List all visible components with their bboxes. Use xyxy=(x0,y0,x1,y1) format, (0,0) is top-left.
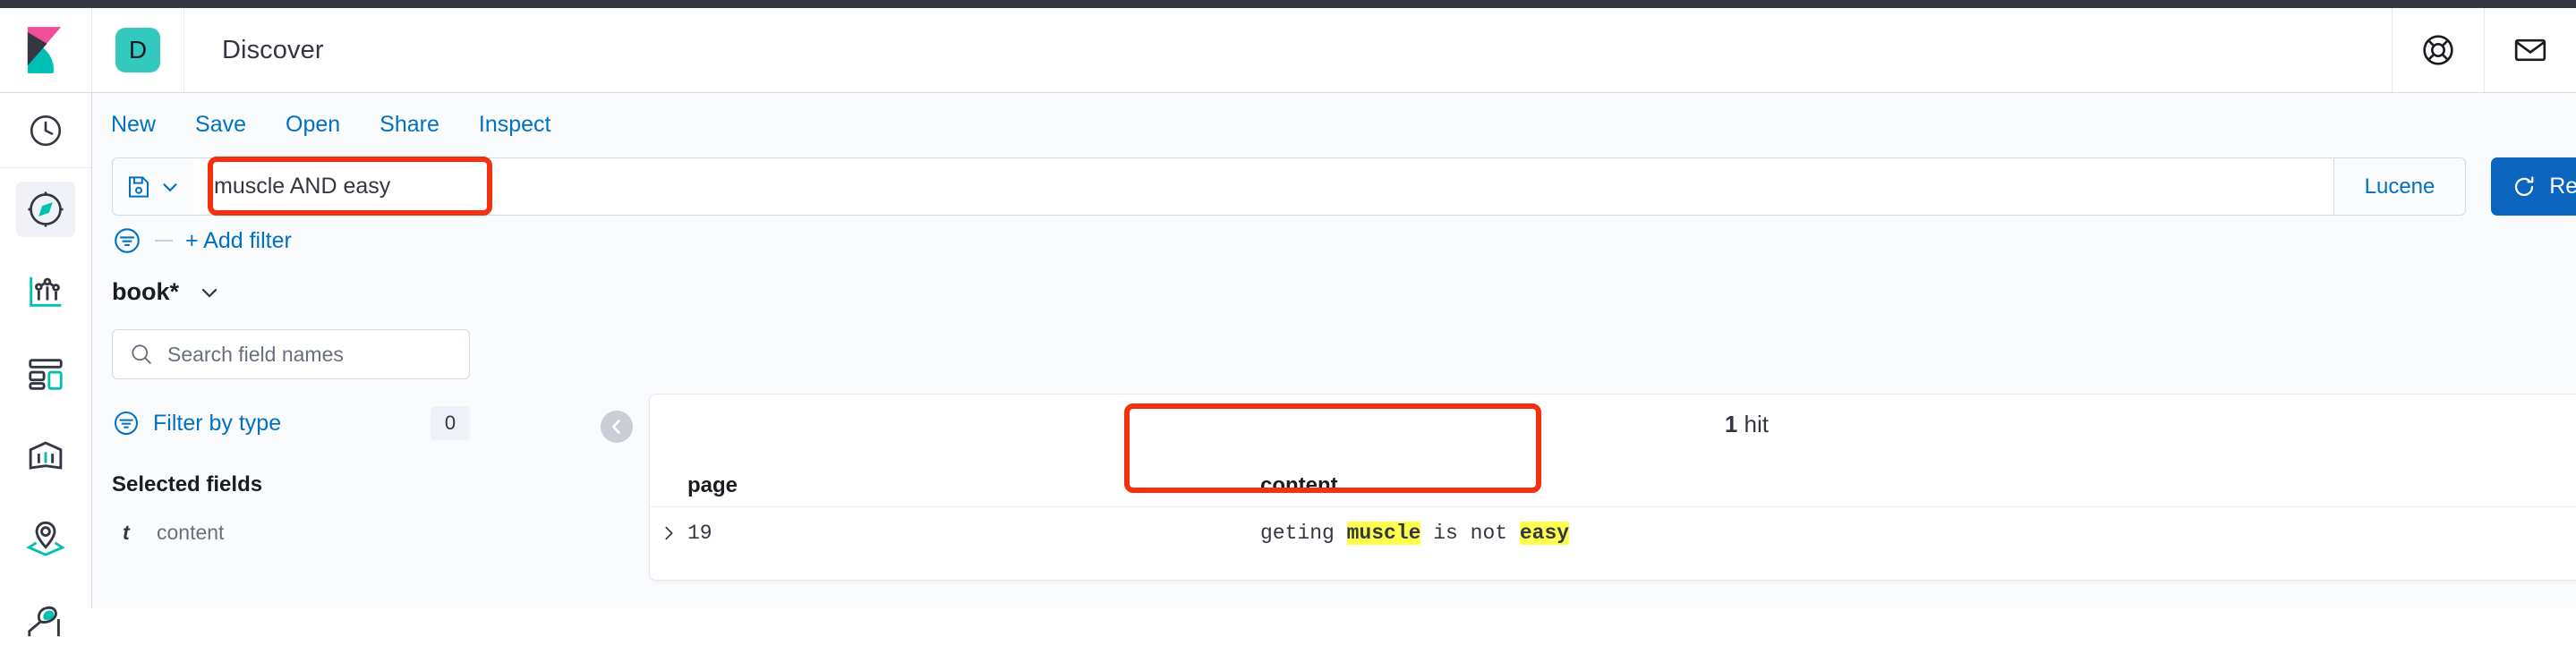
filter-bar: + Add filter xyxy=(112,225,292,256)
refresh-label: Refresh xyxy=(2549,174,2576,199)
kibana-logo-button[interactable] xyxy=(0,8,92,92)
recently-viewed-icon xyxy=(30,115,62,146)
content-middle: is not xyxy=(1420,522,1520,545)
help-button[interactable] xyxy=(2392,8,2484,92)
filter-icon[interactable] xyxy=(112,225,142,256)
app-header: D Discover xyxy=(0,8,2576,93)
app-badge-cell: D xyxy=(92,8,184,92)
dashboard-icon xyxy=(29,359,63,390)
sidebar-item-machine-learning[interactable] xyxy=(0,580,91,662)
hits-label: hit xyxy=(1744,411,1769,437)
query-input-value: muscle AND easy xyxy=(214,174,391,199)
top-accent-strip xyxy=(0,0,2576,8)
refresh-icon xyxy=(2515,175,2534,196)
search-icon xyxy=(132,344,151,364)
sidebar-item-discover[interactable] xyxy=(0,168,91,250)
content-prefix: geting xyxy=(1260,522,1347,545)
query-language-label: Lucene xyxy=(2364,174,2435,199)
recently-viewed-button[interactable] xyxy=(0,93,91,168)
index-pattern-selector[interactable]: book* xyxy=(112,278,488,306)
saved-query-button[interactable] xyxy=(112,157,194,216)
sidebar-item-visualize[interactable] xyxy=(0,250,91,333)
kibana-logo-icon xyxy=(27,27,62,73)
chevron-down-icon xyxy=(163,182,177,191)
query-language-switcher[interactable]: Lucene xyxy=(2333,157,2466,216)
index-pattern-name: book* xyxy=(112,278,180,305)
top-nav-menu: New Save Open Share Inspect xyxy=(111,112,551,138)
results-panel: 1 hit page content 19 geting muscle is n… xyxy=(649,394,2576,581)
chevron-left-icon xyxy=(611,420,620,434)
visualize-icon xyxy=(30,276,62,307)
hits-counter: 1 hit xyxy=(650,411,1769,438)
filter-by-type-count: 0 xyxy=(431,406,470,440)
machine-learning-icon xyxy=(28,606,60,637)
discover-icon xyxy=(28,191,64,227)
cell-content: geting muscle is not easy xyxy=(1260,522,1570,545)
cell-page: 19 xyxy=(687,522,712,545)
chevron-right-icon xyxy=(665,526,673,540)
header-spacer xyxy=(324,8,2392,92)
sidebar-item-dashboard[interactable] xyxy=(0,333,91,415)
main-content: New Save Open Share Inspect muscle AND e… xyxy=(92,93,2576,608)
content-highlight-easy: easy xyxy=(1519,522,1570,545)
refresh-button[interactable]: Refresh xyxy=(2491,157,2576,216)
maps-icon xyxy=(26,521,65,556)
sidebar-item-canvas[interactable] xyxy=(0,415,91,497)
field-sidebar: book* Search field names Filter by type … xyxy=(112,278,488,545)
hits-count: 1 xyxy=(1724,411,1738,437)
sidebar-item-maps[interactable] xyxy=(0,497,91,580)
nav-inspect[interactable]: Inspect xyxy=(479,112,551,138)
app-badge-letter: D xyxy=(128,36,148,64)
page-title: Discover xyxy=(222,35,324,64)
filter-icon xyxy=(115,412,138,435)
filter-separator xyxy=(155,240,173,242)
mail-icon xyxy=(2514,38,2546,62)
filter-by-type-label: Filter by type xyxy=(153,410,282,436)
nav-save[interactable]: Save xyxy=(195,112,246,138)
selected-fields-heading: Selected fields xyxy=(112,472,263,496)
field-type-indicator: t xyxy=(123,521,130,544)
mail-button[interactable] xyxy=(2484,8,2576,92)
chevron-down-icon xyxy=(201,288,218,298)
save-floppy-icon xyxy=(129,175,149,198)
canvas-icon xyxy=(29,441,63,470)
field-search-placeholder: Search field names xyxy=(167,342,344,366)
column-header-page: page xyxy=(687,472,738,497)
table-row[interactable]: 19 geting muscle is not easy xyxy=(650,507,2576,559)
field-search-input[interactable]: Search field names xyxy=(112,329,470,379)
field-list-item[interactable]: t content xyxy=(112,521,488,545)
nav-open[interactable]: Open xyxy=(286,112,340,138)
add-filter-button[interactable]: + Add filter xyxy=(185,228,292,254)
results-table-header: page content xyxy=(650,464,2576,507)
collapse-sidebar-button[interactable] xyxy=(601,411,633,443)
filter-by-type-button[interactable]: Filter by type 0 xyxy=(112,404,470,442)
query-bar: muscle AND easy Lucene xyxy=(112,157,2466,216)
expand-row-button[interactable] xyxy=(650,523,687,543)
content-highlight-muscle: muscle xyxy=(1346,522,1421,545)
query-input[interactable]: muscle AND easy xyxy=(194,157,2333,216)
column-header-content: content xyxy=(1260,472,1338,497)
primary-navigation-rail xyxy=(0,93,92,637)
field-name-label: content xyxy=(157,521,225,544)
nav-share[interactable]: Share xyxy=(380,112,439,138)
help-icon xyxy=(2423,35,2453,65)
nav-new[interactable]: New xyxy=(111,112,156,138)
app-badge: D xyxy=(115,28,160,72)
